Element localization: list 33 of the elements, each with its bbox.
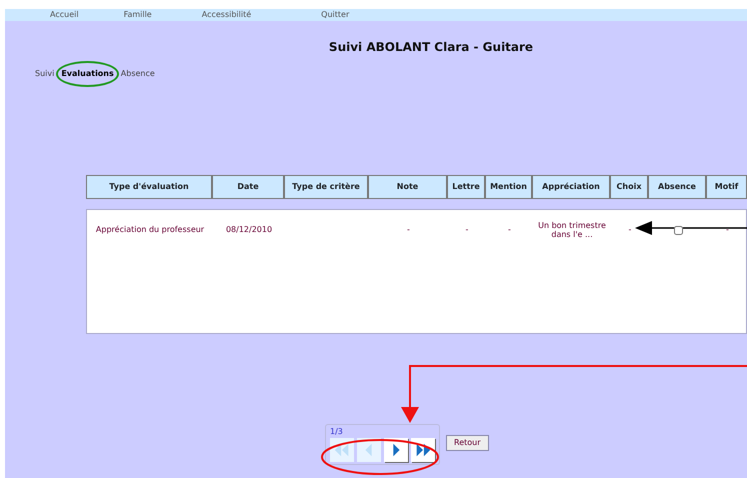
- column-header: Appréciation: [532, 175, 610, 199]
- column-header: Lettre: [447, 175, 485, 199]
- page-counter: 1/3: [330, 426, 344, 438]
- column-header: Type de critère: [284, 175, 368, 199]
- back-button[interactable]: Retour: [446, 435, 489, 451]
- table-cell-text: -: [507, 224, 512, 236]
- column-header: Motif: [706, 175, 747, 199]
- menu-link[interactable]: Quitter: [321, 9, 350, 21]
- table-cell-text: -: [725, 224, 730, 236]
- double-left-triangle-icon: [333, 441, 351, 459]
- table-cell-text: -: [406, 224, 411, 236]
- tab-link[interactable]: Absence: [120, 68, 155, 80]
- column-header: Type d'évaluation: [86, 175, 212, 199]
- absence-checkbox[interactable]: [674, 226, 682, 234]
- column-header: Choix: [610, 175, 648, 199]
- table-cell-text: Appréciation du professeur: [94, 224, 206, 236]
- column-header: Date: [212, 175, 284, 199]
- column-header: Mention: [485, 175, 532, 199]
- column-header: Note: [368, 175, 447, 199]
- last-page-button[interactable]: [411, 438, 435, 462]
- table-cell-text: -: [628, 224, 632, 236]
- double-right-triangle-icon: [414, 441, 432, 459]
- page-title: Suivi ABOLANT Clara - Guitare: [328, 39, 534, 56]
- tab-link[interactable]: Suivi: [35, 68, 54, 80]
- tab-link[interactable]: Evaluations: [56, 61, 119, 87]
- table-cell-text: -: [464, 224, 470, 236]
- next-page-button[interactable]: [384, 438, 408, 462]
- column-header: Absence: [648, 175, 706, 199]
- menu-link[interactable]: Accueil: [50, 9, 79, 21]
- table-cell-text: 08/12/2010: [224, 224, 274, 236]
- menu-link[interactable]: Famille: [124, 9, 152, 21]
- menu-link[interactable]: Accessibilité: [202, 9, 252, 21]
- table-cell-text: Un bon trimestre dans l'e ...: [537, 220, 607, 241]
